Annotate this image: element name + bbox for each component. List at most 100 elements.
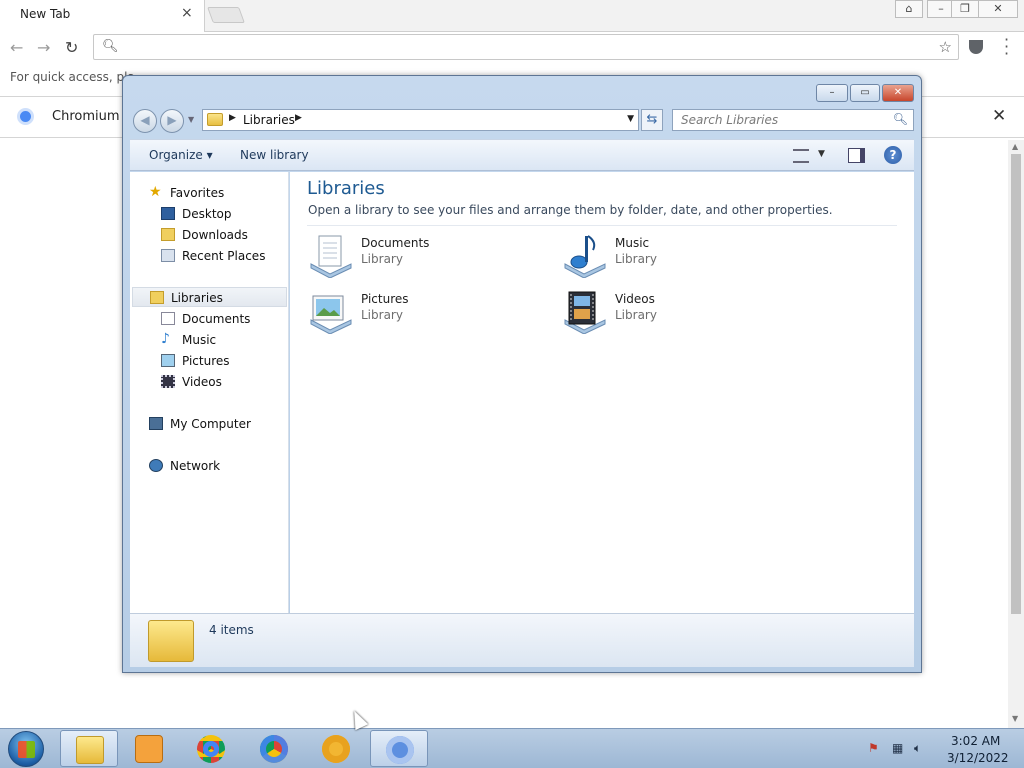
library-documents[interactable]: Documents Library — [307, 232, 547, 280]
library-pictures[interactable]: Pictures Library — [307, 288, 547, 336]
clock-date[interactable]: 3/12/2022 — [947, 751, 1009, 765]
page-scrollbar[interactable]: ▲ ▼ — [1008, 140, 1024, 728]
nav-favorites[interactable]: ★ Favorites — [149, 183, 279, 203]
nav-documents[interactable]: Documents — [161, 309, 279, 329]
back-icon[interactable]: ← — [10, 38, 23, 57]
new-tab-button[interactable] — [207, 7, 245, 23]
nav-music[interactable]: ♪ Music — [161, 330, 279, 350]
library-name: Documents — [361, 236, 430, 250]
recent-places-icon — [161, 249, 175, 262]
documents-library-icon — [310, 235, 352, 278]
bookmark-bar-hint: For quick access, pla — [10, 70, 135, 84]
explorer-folder-icon — [76, 736, 104, 764]
taskbar-chrome-canary[interactable] — [307, 730, 365, 767]
restore-button[interactable]: ❐ — [951, 0, 979, 18]
library-videos[interactable]: Videos Library — [561, 288, 801, 336]
details-pane: 4 items — [130, 613, 914, 667]
scroll-up-icon[interactable]: ▲ — [1012, 142, 1018, 151]
extension-shield-icon[interactable] — [969, 40, 983, 54]
content-pane: Libraries Open a library to see your fil… — [290, 172, 914, 613]
profile-icon[interactable]: ⌂ — [895, 0, 923, 18]
omnibox[interactable]: 🔍︎ ☆ — [93, 34, 959, 60]
breadcrumb-libraries[interactable]: Libraries — [243, 113, 295, 127]
network-icon — [149, 459, 163, 472]
explorer-maximize-button[interactable]: ▭ — [850, 84, 880, 102]
address-dropdown-icon[interactable]: ▼ — [627, 114, 634, 124]
scroll-down-icon[interactable]: ▼ — [1012, 714, 1018, 723]
page-title: Libraries — [307, 178, 385, 199]
command-bar: Organize ▾ New library ▼ ? — [130, 139, 914, 171]
libraries-icon — [150, 291, 164, 304]
navigation-pane: ★ Favorites Desktop Downloads Recent Pla… — [130, 172, 289, 613]
tab-close-icon[interactable]: × — [181, 5, 193, 21]
address-row: ◀ ▶ ▼ ▶ Libraries ▶ ▼ ⇆ Search Libraries… — [130, 107, 914, 134]
library-name: Music — [615, 236, 650, 250]
music-note-icon: ♪ — [161, 331, 170, 347]
preview-pane-icon[interactable] — [848, 148, 865, 163]
network-tray-icon[interactable]: ▦ — [892, 741, 903, 755]
refresh-icon[interactable]: ⇆ — [641, 109, 663, 131]
view-dropdown-icon[interactable]: ▼ — [818, 149, 825, 159]
close-button[interactable]: ✕ — [978, 0, 1018, 18]
tab-new-tab[interactable]: New Tab × — [0, 0, 205, 32]
action-center-flag-icon[interactable]: ⚑ — [868, 741, 879, 755]
videos-icon — [161, 375, 175, 388]
scrollbar-thumb[interactable] — [1011, 154, 1021, 614]
libraries-folder-icon — [207, 113, 223, 126]
chrome-canary-icon — [322, 735, 350, 763]
explorer-minimize-button[interactable]: – — [816, 84, 848, 102]
nav-downloads[interactable]: Downloads — [161, 225, 279, 245]
chrome-beta-icon — [260, 735, 288, 763]
tab-title: New Tab — [20, 7, 71, 21]
taskbar-chrome[interactable] — [182, 730, 240, 767]
tab-strip: New Tab × ⌂ – ❐ ✕ — [0, 0, 1024, 32]
organize-button[interactable]: Organize ▾ — [149, 148, 213, 162]
taskbar-chromium[interactable] — [370, 730, 428, 767]
library-name: Videos — [615, 292, 655, 306]
computer-icon — [149, 417, 163, 430]
menu-icon[interactable]: · · · — [1004, 32, 1009, 62]
taskbar: ⚑ ▦ 🔈︎ 3:02 AM 3/12/2022 — [0, 728, 1024, 768]
desktop-icon — [161, 207, 175, 220]
bookmark-star-icon[interactable]: ☆ — [939, 38, 952, 56]
search-placeholder: Search Libraries — [681, 113, 779, 127]
taskbar-media-player[interactable] — [120, 730, 178, 767]
help-icon[interactable]: ? — [884, 146, 902, 164]
breadcrumb-arrow-icon[interactable]: ▶ — [295, 113, 302, 123]
nav-videos[interactable]: Videos — [161, 372, 279, 392]
library-music[interactable]: Music Library — [561, 232, 801, 280]
chrome-icon — [197, 735, 225, 763]
forward-icon[interactable]: → — [37, 38, 50, 57]
breadcrumb-arrow-icon[interactable]: ▶ — [229, 113, 236, 123]
address-bar[interactable]: ▶ Libraries ▶ ▼ — [202, 109, 639, 131]
change-view-icon[interactable] — [793, 149, 809, 163]
recent-pages-dropdown-icon[interactable]: ▼ — [188, 115, 194, 124]
nav-network[interactable]: Network — [149, 456, 279, 476]
item-count: 4 items — [209, 623, 254, 637]
videos-library-icon — [564, 291, 606, 334]
nav-pictures[interactable]: Pictures — [161, 351, 279, 371]
taskbar-chrome-beta[interactable] — [245, 730, 303, 767]
start-button[interactable] — [8, 731, 44, 767]
divider — [307, 225, 897, 226]
library-name: Pictures — [361, 292, 409, 306]
taskbar-explorer[interactable] — [60, 730, 118, 767]
infobar-close-icon[interactable]: ✕ — [992, 106, 1006, 126]
nav-recent-places[interactable]: Recent Places — [161, 246, 279, 266]
library-type: Library — [615, 252, 657, 266]
explorer-close-button[interactable]: ✕ — [882, 84, 914, 102]
nav-libraries[interactable]: Libraries — [132, 287, 287, 307]
explorer-back-button[interactable]: ◀ — [133, 109, 157, 133]
nav-desktop[interactable]: Desktop — [161, 204, 279, 224]
downloads-folder-icon — [161, 228, 175, 241]
search-input[interactable]: Search Libraries 🔍︎ — [672, 109, 914, 131]
media-player-icon — [135, 735, 163, 763]
library-type: Library — [361, 252, 403, 266]
documents-icon — [161, 312, 175, 325]
reload-icon[interactable]: ↻ — [65, 38, 78, 57]
new-library-button[interactable]: New library — [240, 148, 309, 162]
clock-time[interactable]: 3:02 AM — [951, 734, 1000, 748]
nav-my-computer[interactable]: My Computer — [149, 414, 279, 434]
explorer-forward-button[interactable]: ▶ — [160, 109, 184, 133]
volume-icon[interactable]: 🔈︎ — [914, 741, 921, 756]
